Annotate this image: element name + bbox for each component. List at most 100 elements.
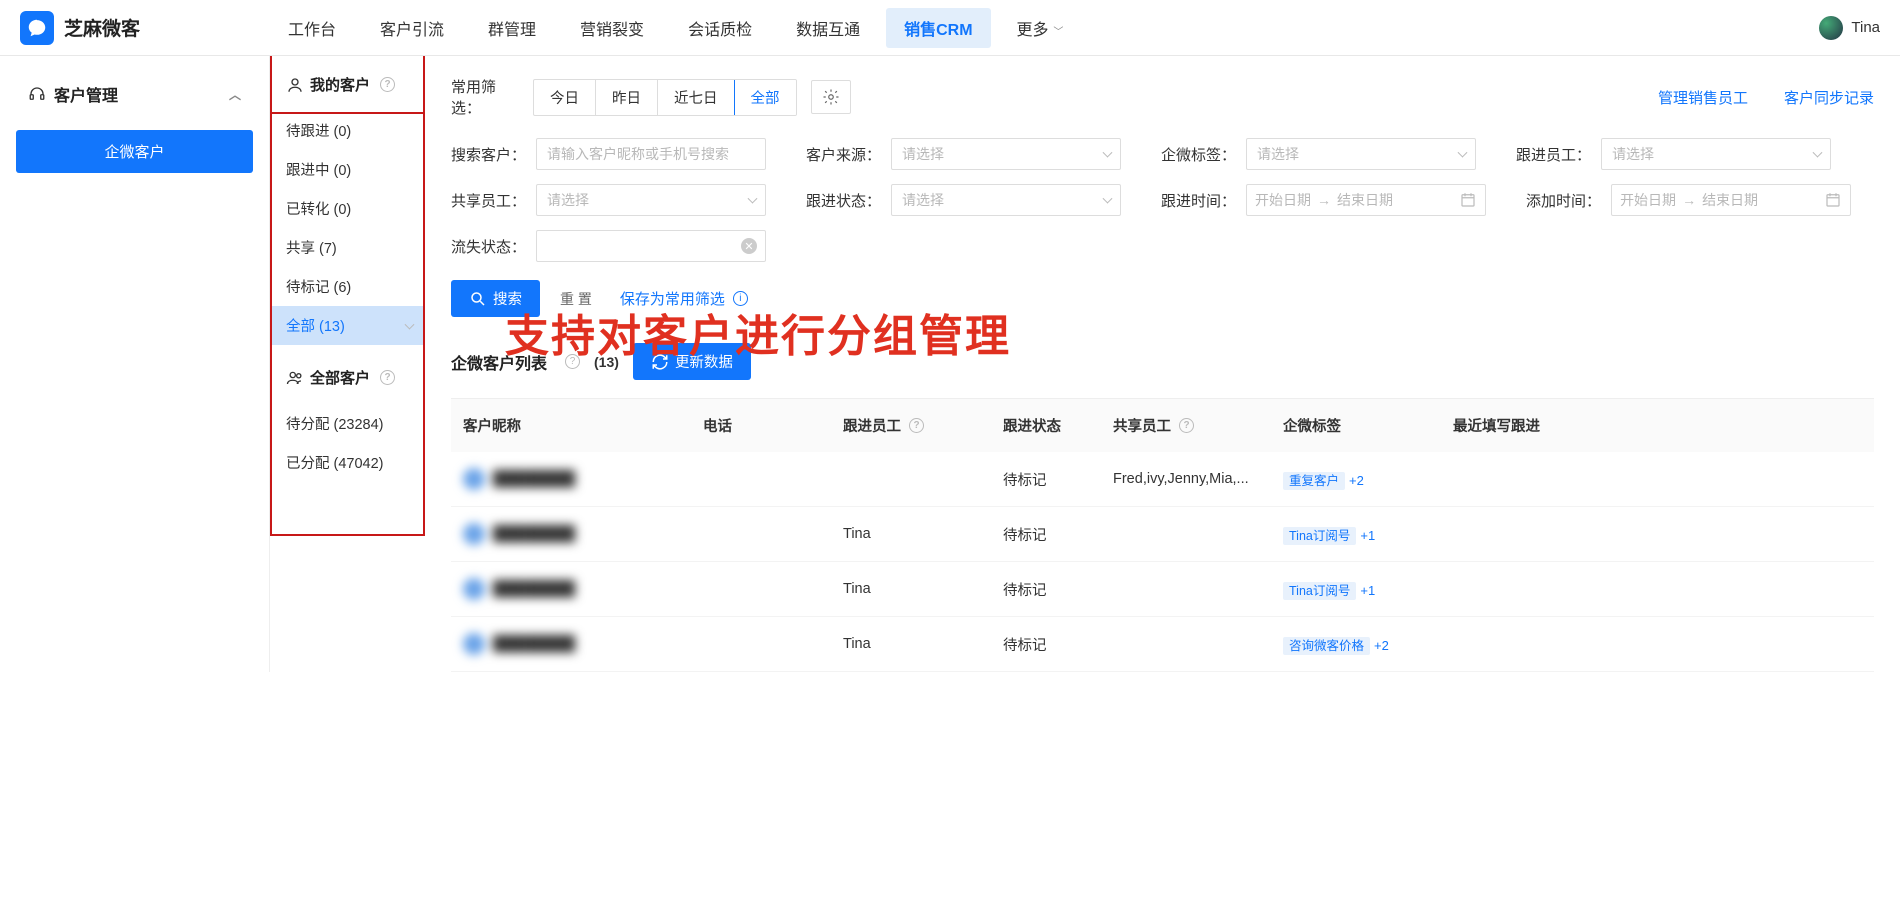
refresh-button[interactable]: 更新数据 bbox=[633, 343, 751, 380]
topnav-item[interactable]: 销售CRM bbox=[886, 8, 990, 48]
quick-filter-option[interactable]: 近七日 bbox=[658, 80, 735, 115]
help-icon[interactable]: ? bbox=[1179, 418, 1194, 433]
table-row[interactable]: ████████Tina待标记咨询微客价格+2 bbox=[451, 617, 1874, 672]
follow-time-range[interactable]: 开始日期→结束日期 bbox=[1246, 184, 1486, 216]
search-customer-input[interactable] bbox=[536, 138, 766, 170]
cell-tag: 重复客户+2 bbox=[1283, 470, 1453, 489]
secondary-item[interactable]: 待分配 (23284) bbox=[272, 404, 423, 443]
table-header: 客户昵称 bbox=[463, 415, 703, 436]
topnav-item[interactable]: 数据互通 bbox=[778, 8, 878, 48]
clear-icon[interactable]: ✕ bbox=[741, 238, 757, 254]
reset-button[interactable]: 重 置 bbox=[560, 289, 592, 309]
label-follow-time: 跟进时间： bbox=[1161, 190, 1236, 211]
table-header: 企微标签 bbox=[1283, 415, 1453, 436]
topnav-item[interactable]: 营销裂变 bbox=[562, 8, 662, 48]
user-icon bbox=[286, 76, 304, 94]
table-header: 跟进员工? bbox=[843, 415, 1003, 436]
source-select[interactable] bbox=[891, 138, 1121, 170]
user-menu[interactable]: Tina bbox=[1819, 16, 1880, 40]
list-count: (13) bbox=[594, 354, 619, 370]
table-header: 跟进状态 bbox=[1003, 415, 1113, 436]
cell-nickname: ████████ bbox=[463, 633, 703, 655]
save-filter-link[interactable]: 保存为常用筛选 i bbox=[620, 288, 748, 309]
help-icon[interactable]: ? bbox=[909, 418, 924, 433]
cell-status: 待标记 bbox=[1003, 524, 1113, 545]
secondary-item[interactable]: 已转化 (0) bbox=[272, 189, 423, 228]
brand-name: 芝麻微客 bbox=[64, 14, 140, 41]
secondary-item[interactable]: 全部 (13) bbox=[272, 306, 423, 345]
info-icon: i bbox=[733, 291, 748, 306]
cell-staff: Tina bbox=[843, 581, 1003, 597]
secondary-nav: 我的客户 ? 待跟进 (0)跟进中 (0)已转化 (0)共享 (7)待标记 (6… bbox=[270, 56, 425, 536]
quick-filter-segment: 今日昨日近七日全部 bbox=[533, 79, 797, 116]
cell-staff: Tina bbox=[843, 526, 1003, 542]
secondary-item[interactable]: 共享 (7) bbox=[272, 228, 423, 267]
logo-area: 芝麻微客 bbox=[20, 11, 270, 45]
table-row[interactable]: ████████待标记Fred,ivy,Jenny,Mia,...重复客户+2 bbox=[451, 452, 1874, 507]
cell-staff: Tina bbox=[843, 636, 1003, 652]
avatar-icon bbox=[1819, 16, 1843, 40]
link-customer-sync-log[interactable]: 客户同步记录 bbox=[1784, 87, 1874, 108]
chevron-up-icon: ︿ bbox=[229, 86, 241, 103]
top-nav: 工作台客户引流群管理营销裂变会话质检数据互通销售CRM更多 ﹀ bbox=[270, 8, 1819, 48]
topnav-item[interactable]: 会话质检 bbox=[670, 8, 770, 48]
cell-nickname: ████████ bbox=[463, 578, 703, 600]
quick-filter-label: 常用筛选： bbox=[451, 76, 523, 118]
add-time-range[interactable]: 开始日期→结束日期 bbox=[1611, 184, 1851, 216]
topnav-item[interactable]: 客户引流 bbox=[362, 8, 462, 48]
quick-filter-option[interactable]: 今日 bbox=[534, 80, 596, 115]
customer-table: 客户昵称电话跟进员工?跟进状态共享员工?企微标签最近填写跟进 ████████待… bbox=[451, 398, 1874, 672]
secondary-item[interactable]: 待跟进 (0) bbox=[272, 111, 423, 150]
secondary-head-all-customers: 全部客户 ? bbox=[272, 359, 423, 404]
topnav-item[interactable]: 工作台 bbox=[270, 8, 354, 48]
share-staff-select[interactable] bbox=[536, 184, 766, 216]
logo-icon bbox=[20, 11, 54, 45]
help-icon[interactable]: ? bbox=[380, 370, 395, 385]
cell-status: 待标记 bbox=[1003, 469, 1113, 490]
label-source: 客户来源： bbox=[806, 144, 881, 165]
quick-filter-option[interactable]: 全部 bbox=[734, 79, 797, 116]
users-icon bbox=[286, 369, 304, 387]
cell-tag: Tina订阅号+1 bbox=[1283, 580, 1453, 599]
cell-nickname: ████████ bbox=[463, 523, 703, 545]
help-icon[interactable]: ? bbox=[565, 354, 580, 369]
link-manage-sales-staff[interactable]: 管理销售员工 bbox=[1658, 87, 1748, 108]
label-lost-status: 流失状态： bbox=[451, 236, 526, 257]
sidebar: 客户管理 ︿ 企微客户 bbox=[0, 56, 270, 672]
calendar-icon bbox=[1824, 191, 1842, 209]
search-icon bbox=[469, 290, 487, 308]
refresh-icon bbox=[651, 353, 669, 371]
topbar: 芝麻微客 工作台客户引流群管理营销裂变会话质检数据互通销售CRM更多 ﹀ Tin… bbox=[0, 0, 1900, 56]
secondary-item[interactable]: 跟进中 (0) bbox=[272, 150, 423, 189]
topnav-item[interactable]: 更多 ﹀ bbox=[999, 8, 1082, 48]
sidebar-section-customer-mgmt[interactable]: 客户管理 ︿ bbox=[10, 72, 259, 116]
label-add-time: 添加时间： bbox=[1526, 190, 1601, 211]
gear-icon bbox=[822, 88, 840, 106]
label-share-staff: 共享员工： bbox=[451, 190, 526, 211]
list-title: 企微客户列表 bbox=[451, 350, 547, 374]
secondary-head-my-customers: 我的客户 ? bbox=[272, 66, 423, 111]
table-header: 共享员工? bbox=[1113, 415, 1283, 436]
table-row[interactable]: ████████Tina待标记Tina订阅号+1 bbox=[451, 562, 1874, 617]
lost-status-select[interactable]: ✕ bbox=[536, 230, 766, 262]
sidebar-item-enterprise-wechat[interactable]: 企微客户 bbox=[16, 130, 253, 173]
quick-filter-option[interactable]: 昨日 bbox=[596, 80, 658, 115]
table-row[interactable]: ████████ Tina待标记 Tina订阅号+1 bbox=[451, 507, 1874, 562]
filter-settings-button[interactable] bbox=[811, 80, 851, 114]
table-header: 电话 bbox=[703, 415, 843, 436]
user-name: Tina bbox=[1851, 19, 1880, 36]
help-icon[interactable]: ? bbox=[380, 77, 395, 92]
follow-staff-select[interactable] bbox=[1601, 138, 1831, 170]
table-header: 最近填写跟进 bbox=[1453, 415, 1573, 436]
follow-status-select[interactable] bbox=[891, 184, 1121, 216]
label-follow-staff: 跟进员工： bbox=[1516, 144, 1591, 165]
wxtag-select[interactable] bbox=[1246, 138, 1476, 170]
label-search-customer: 搜索客户： bbox=[451, 144, 526, 165]
chevron-down-icon: ﹀ bbox=[1051, 27, 1064, 38]
cell-status: 待标记 bbox=[1003, 634, 1113, 655]
cell-tag: Tina订阅号+1 bbox=[1283, 525, 1453, 544]
secondary-item[interactable]: 待标记 (6) bbox=[272, 267, 423, 306]
topnav-item[interactable]: 群管理 bbox=[470, 8, 554, 48]
secondary-item[interactable]: 已分配 (47042) bbox=[272, 443, 423, 482]
search-button[interactable]: 搜索 bbox=[451, 280, 540, 317]
